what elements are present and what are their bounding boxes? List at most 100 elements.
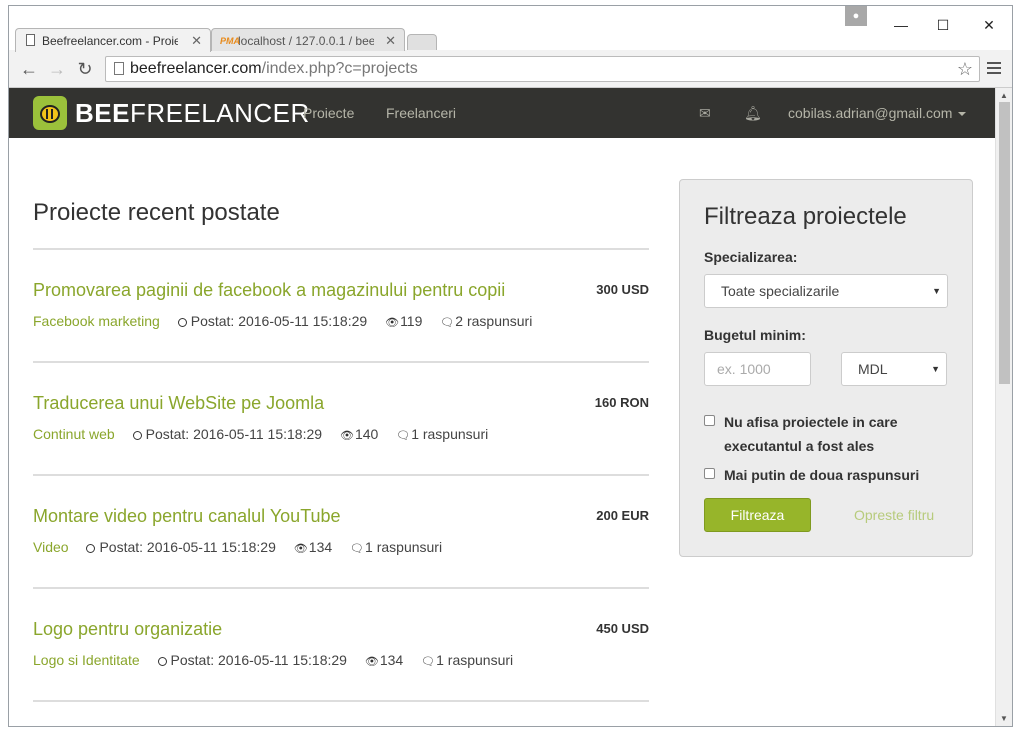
project-item: Promovarea paginii de facebook a magazin…: [33, 278, 649, 358]
project-title-link[interactable]: Promovarea paginii de facebook a magazin…: [33, 278, 505, 302]
divider: [33, 361, 649, 363]
project-budget: 300 USD: [596, 282, 649, 297]
checkbox-replies[interactable]: [704, 468, 715, 479]
browser-toolbar: ← → ↻ beefreelancer.com/index.php?c=proj…: [9, 51, 1012, 88]
project-title-link[interactable]: Traducerea unui WebSite pe Joomla: [33, 391, 324, 415]
nav-freelanceri[interactable]: Freelanceri: [386, 88, 456, 138]
project-replies: 1 raspunsuri: [365, 539, 443, 555]
close-tab-icon[interactable]: ✕: [385, 29, 396, 53]
user-email: cobilas.adrian@gmail.com: [788, 105, 953, 121]
project-title-link[interactable]: Montare video pentru canalul YouTube: [33, 504, 341, 528]
project-item: Montare video pentru canalul YouTube 200…: [33, 504, 649, 584]
profile-icon[interactable]: ●: [845, 6, 867, 26]
back-icon[interactable]: ←: [17, 57, 41, 81]
checkbox-row-replies: Mai putin de doua raspunsuri: [704, 463, 954, 487]
site-navbar: BEEFREELANCER Proiecte Freelanceri ✉ 🔔︎ …: [9, 88, 995, 138]
divider: [33, 587, 649, 589]
project-item: Traducerea unui WebSite pe Joomla 160 RO…: [33, 391, 649, 471]
specialization-select[interactable]: Toate specializarile ▼: [704, 274, 948, 308]
divider: [33, 700, 649, 702]
reset-filter-link[interactable]: Opreste filtru: [854, 498, 934, 532]
page-info-icon: [114, 62, 124, 75]
specialization-value: Toate specializarile: [721, 283, 840, 299]
bell-icon[interactable]: 🔔︎: [744, 88, 762, 138]
divider: [33, 248, 649, 250]
checkbox-row-executant: Nu afisa proiectele in care executantul …: [704, 410, 954, 458]
close-window-button[interactable]: ✕: [969, 12, 1009, 38]
address-bar[interactable]: beefreelancer.com/index.php?c=projects ☆: [105, 56, 980, 82]
nav-proiecte[interactable]: Proiecte: [303, 88, 354, 138]
browser-menu-icon[interactable]: [987, 59, 1001, 77]
minimize-button[interactable]: —: [881, 12, 921, 38]
tab-beefreelancer[interactable]: Beefreelancer.com - Proiecte ✕: [15, 28, 211, 52]
envelope-icon[interactable]: ✉: [699, 88, 711, 138]
forward-icon[interactable]: →: [45, 57, 69, 81]
project-replies: 1 raspunsuri: [436, 652, 514, 668]
tab-phpmyadmin[interactable]: PMA localhost / 127.0.0.1 / beefreelance…: [211, 28, 405, 52]
user-menu[interactable]: cobilas.adrian@gmail.com: [788, 88, 967, 138]
project-category-link[interactable]: Continut web: [33, 426, 115, 442]
scrollbar-thumb[interactable]: [999, 102, 1010, 384]
project-posted: Postat: 2016-05-11 15:18:29: [170, 652, 347, 668]
divider: [33, 474, 649, 476]
checkbox-executant-label[interactable]: Nu afisa proiectele in care executantul …: [724, 410, 954, 458]
specialization-label: Specializarea:: [704, 249, 798, 265]
clock-icon: [177, 318, 187, 327]
page-icon: [26, 34, 35, 46]
brand-name: BEEFREELANCER: [75, 98, 310, 128]
eye-icon: 👁︎: [293, 543, 308, 555]
project-posted: Postat: 2016-05-11 15:18:29: [99, 539, 276, 555]
currency-value: MDL: [858, 361, 888, 377]
project-budget: 160 RON: [594, 395, 649, 410]
tab-title: Beefreelancer.com - Proiecte: [42, 34, 178, 48]
budget-input[interactable]: [704, 352, 811, 386]
project-replies: 1 raspunsuri: [411, 426, 489, 442]
filter-button[interactable]: Filtreaza: [704, 498, 811, 532]
project-budget: 450 USD: [596, 621, 649, 636]
project-posted: Postat: 2016-05-11 15:18:29: [190, 313, 368, 329]
page-title: Proiecte recent postate: [33, 199, 280, 226]
project-views: 140: [354, 426, 379, 442]
maximize-button[interactable]: ☐: [923, 12, 963, 38]
scroll-down-icon[interactable]: ▼: [1000, 714, 1008, 723]
clock-icon: [86, 544, 96, 553]
project-posted: Postat: 2016-05-11 15:18:29: [145, 426, 323, 442]
eye-icon: 👁︎: [385, 317, 400, 329]
project-item: Logo pentru organizatie 450 USD Logo si …: [33, 617, 649, 697]
checkbox-executant[interactable]: [704, 415, 715, 426]
project-title-link[interactable]: Logo pentru organizatie: [33, 617, 222, 641]
scroll-up-icon[interactable]: ▲: [1000, 91, 1008, 100]
phpmyadmin-icon: PMA: [220, 36, 240, 46]
scrollbar[interactable]: ▲ ▼: [995, 88, 1012, 726]
project-meta: Video Postat: 2016-05-11 15:18:29 👁︎134 …: [33, 537, 456, 559]
project-category-link[interactable]: Video: [33, 539, 69, 555]
project-meta: Logo si Identitate Postat: 2016-05-11 15…: [33, 650, 527, 672]
browser-window: Beefreelancer.com - Proiecte ✕ PMA local…: [8, 5, 1013, 727]
eye-icon: 👁︎: [339, 430, 354, 442]
project-views: 119: [400, 313, 423, 329]
clock-icon: [157, 657, 167, 666]
checkbox-replies-label[interactable]: Mai putin de doua raspunsuri: [724, 463, 954, 487]
bookmark-star-icon[interactable]: ☆: [957, 57, 973, 81]
currency-select[interactable]: MDL ▼: [841, 352, 947, 386]
reload-icon[interactable]: ↻: [73, 57, 97, 81]
comment-icon: 🗨︎: [350, 543, 364, 555]
comment-icon: 🗨︎: [421, 656, 436, 668]
url-path: /index.php?c=projects: [261, 60, 418, 77]
filter-panel: Filtreaza proiectele Specializarea: Toat…: [679, 179, 973, 557]
project-category-link[interactable]: Facebook marketing: [33, 313, 160, 329]
project-meta: Facebook marketing Postat: 2016-05-11 15…: [33, 311, 546, 333]
url-host: beefreelancer.com: [130, 60, 262, 77]
new-tab-button[interactable]: [407, 34, 437, 50]
close-tab-icon[interactable]: ✕: [191, 29, 202, 53]
chevron-down-icon: ▼: [931, 364, 940, 374]
project-meta: Continut web Postat: 2016-05-11 15:18:29…: [33, 424, 502, 446]
chevron-down-icon: ▼: [932, 286, 941, 296]
page-viewport: BEEFREELANCER Proiecte Freelanceri ✉ 🔔︎ …: [9, 88, 995, 726]
budget-label: Bugetul minim:: [704, 327, 806, 343]
project-category-link[interactable]: Logo si Identitate: [33, 652, 140, 668]
filter-title: Filtreaza proiectele: [704, 203, 907, 230]
bee-logo-icon: [33, 96, 67, 130]
tab-title: localhost / 127.0.0.1 / beefreelancer: [238, 34, 374, 48]
chevron-down-icon: [958, 112, 967, 117]
